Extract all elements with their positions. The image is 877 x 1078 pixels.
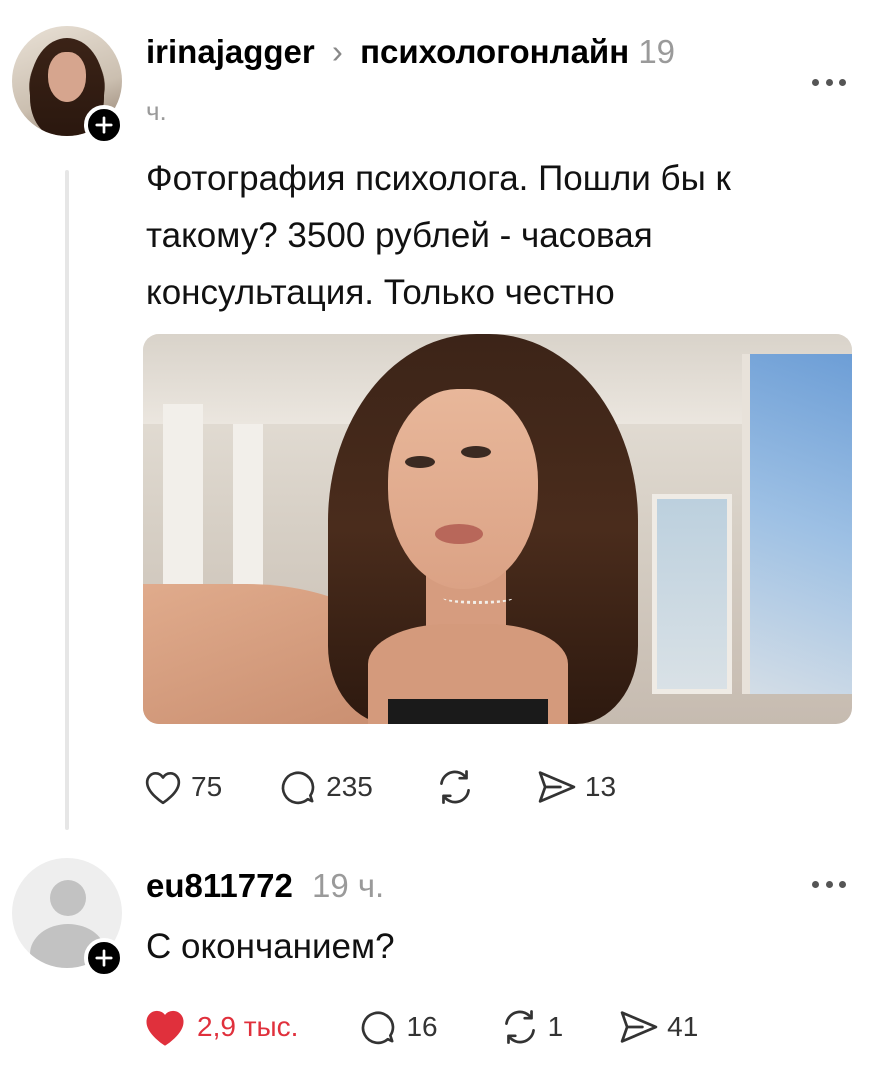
comment-icon bbox=[362, 1011, 395, 1045]
repost-button[interactable] bbox=[433, 768, 477, 806]
comment-button[interactable]: 235 bbox=[278, 768, 373, 806]
post-username[interactable]: irinajagger bbox=[146, 33, 315, 70]
post-photo[interactable] bbox=[143, 334, 852, 724]
share-count: 41 bbox=[667, 1011, 699, 1042]
comment-count: 16 bbox=[406, 1011, 438, 1042]
post-text: Фотография психолога. Пошли бы к такому?… bbox=[146, 159, 731, 312]
post-header: irinajagger › психологонлайн 19 bbox=[146, 32, 786, 72]
like-count: 75 bbox=[191, 771, 223, 802]
heart-icon bbox=[145, 771, 181, 805]
repost-count: 1 bbox=[547, 1011, 564, 1042]
share-button[interactable]: 13 bbox=[535, 768, 616, 806]
share-count: 13 bbox=[584, 771, 617, 802]
reply-header: eu811772 19 ч. bbox=[146, 866, 384, 906]
post-time-value: 19 bbox=[638, 33, 676, 70]
reply-more-icon[interactable] bbox=[812, 872, 846, 896]
reply-actions-bar: 2,9 тыс. 16 1 41 bbox=[143, 1006, 698, 1048]
follow-plus-icon[interactable] bbox=[84, 938, 124, 978]
reply-username[interactable]: eu811772 bbox=[146, 867, 293, 904]
like-count: 2,9 тыс. bbox=[197, 1011, 299, 1042]
repost-icon bbox=[504, 1010, 535, 1044]
comment-count: 235 bbox=[326, 771, 373, 802]
post-more-icon[interactable] bbox=[812, 70, 846, 94]
share-icon bbox=[620, 1011, 658, 1043]
share-button[interactable]: 41 bbox=[617, 1008, 698, 1046]
reply-text: С окончанием? bbox=[146, 927, 395, 966]
post-time-unit: ч. bbox=[146, 96, 167, 126]
share-icon bbox=[538, 771, 576, 803]
comment-icon bbox=[281, 771, 315, 805]
like-button[interactable]: 2,9 тыс. bbox=[143, 1006, 298, 1048]
heart-filled-icon bbox=[146, 1010, 184, 1046]
like-button[interactable]: 75 bbox=[143, 768, 222, 806]
chevron-right-icon: › bbox=[331, 33, 343, 70]
post-community[interactable]: психологонлайн bbox=[360, 33, 629, 70]
follow-plus-icon[interactable] bbox=[84, 105, 124, 145]
comment-button[interactable]: 16 bbox=[358, 1008, 438, 1046]
repost-button[interactable]: 1 bbox=[498, 1008, 564, 1046]
repost-icon bbox=[439, 770, 470, 804]
reply-time: 19 ч. bbox=[311, 867, 385, 904]
post-actions-bar: 75 235 13 bbox=[143, 768, 616, 806]
thread-page: irinajagger › психологонлайн 19 ч. Фотог… bbox=[0, 0, 877, 1078]
thread-connector-line bbox=[65, 170, 69, 830]
